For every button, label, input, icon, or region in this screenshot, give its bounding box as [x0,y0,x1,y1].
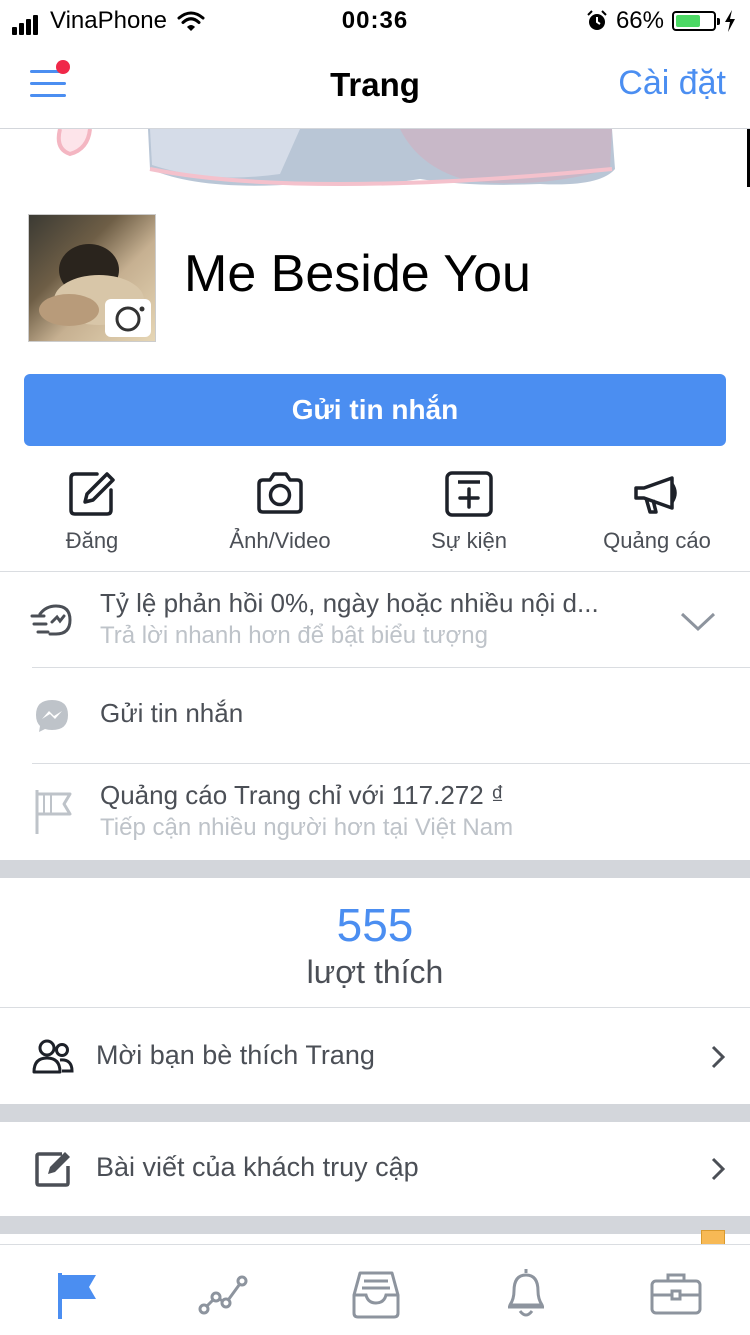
action-label: Ảnh/Video [229,528,331,553]
section-separator [0,1104,750,1122]
send-message-row[interactable]: Gửi tin nhắn [0,668,750,763]
tab-insights[interactable] [196,1265,256,1321]
response-rate-title: Tỷ lệ phản hồi 0%, ngày hoặc nhiều nội d… [100,588,599,618]
page-name: Me Beside You [184,245,531,303]
battery-icon [672,11,720,31]
change-photo-camera-icon[interactable] [105,299,151,337]
visitor-posts-row[interactable]: Bài viết của khách truy cập [0,1122,750,1216]
messenger-icon [36,700,68,732]
notifications-bell-icon [508,1269,544,1317]
visitor-posts-icon [35,1152,70,1187]
section-separator [0,860,750,878]
chevron-right-icon [711,1045,726,1069]
fast-response-icon [30,604,72,636]
action-label: Quảng cáo [603,528,711,553]
megaphone-icon [634,476,677,514]
ad-action[interactable]: Quảng cáo [567,470,747,554]
tab-inbox[interactable] [346,1265,406,1321]
event-add-icon [445,471,493,517]
cover-photo[interactable] [0,129,750,187]
post-action[interactable]: Đăng [2,470,182,554]
response-rate-subtitle: Trả lời nhanh hơn để bật biểu tượng [100,622,488,649]
tab-tools[interactable] [646,1265,706,1321]
profile-picture[interactable] [28,214,156,342]
promote-subtitle: Tiếp cận nhiều người hơn tại Việt Nam [100,814,514,841]
alarm-icon [587,10,607,30]
response-rate-row[interactable]: Tỷ lệ phản hồi 0%, ngày hoặc nhiều nội d… [0,572,750,667]
action-label: Sự kiện [431,528,507,553]
status-bar: VinaPhone 00:36 66% [0,0,750,40]
likes-label: lượt thích [306,954,444,990]
tab-bar [0,1244,750,1335]
action-label: Đăng [65,528,119,553]
promote-flag-icon [35,790,72,834]
chevron-right-icon [711,1157,726,1181]
tools-briefcase-icon [650,1273,702,1315]
visitor-posts-label: Bài viết của khách truy cập [96,1152,419,1182]
invite-friends-icon [32,1039,74,1074]
edit-icon [69,472,115,516]
navigation-bar: Trang Cài đặt [0,40,750,129]
inbox-icon [352,1271,400,1319]
settings-link[interactable]: Cài đặt [618,64,726,103]
tab-page[interactable] [46,1265,106,1321]
send-message-row-label: Gửi tin nhắn [100,698,244,728]
photo-video-action[interactable]: Ảnh/Video [190,470,370,554]
likes-count[interactable]: 555 [0,898,750,952]
insights-icon [198,1275,248,1315]
battery-percent: 66% [615,7,664,34]
chevron-down-icon[interactable] [680,612,716,632]
promote-page-row[interactable]: Quảng cáo Trang chỉ với 117.272 ₫ Tiếp c… [0,764,750,858]
tab-notifications[interactable] [496,1265,556,1321]
invite-friends-label: Mời bạn bè thích Trang [96,1040,375,1070]
charging-icon [725,10,735,32]
camera-icon [257,472,303,514]
send-message-button[interactable]: Gửi tin nhắn [24,374,726,446]
event-action[interactable]: Sự kiện [379,470,559,554]
promote-title: Quảng cáo Trang chỉ với 117.272 ₫ [100,780,505,810]
section-separator [0,1216,750,1234]
invite-friends-row[interactable]: Mời bạn bè thích Trang [0,1008,750,1104]
page-flag-icon [58,1273,96,1319]
